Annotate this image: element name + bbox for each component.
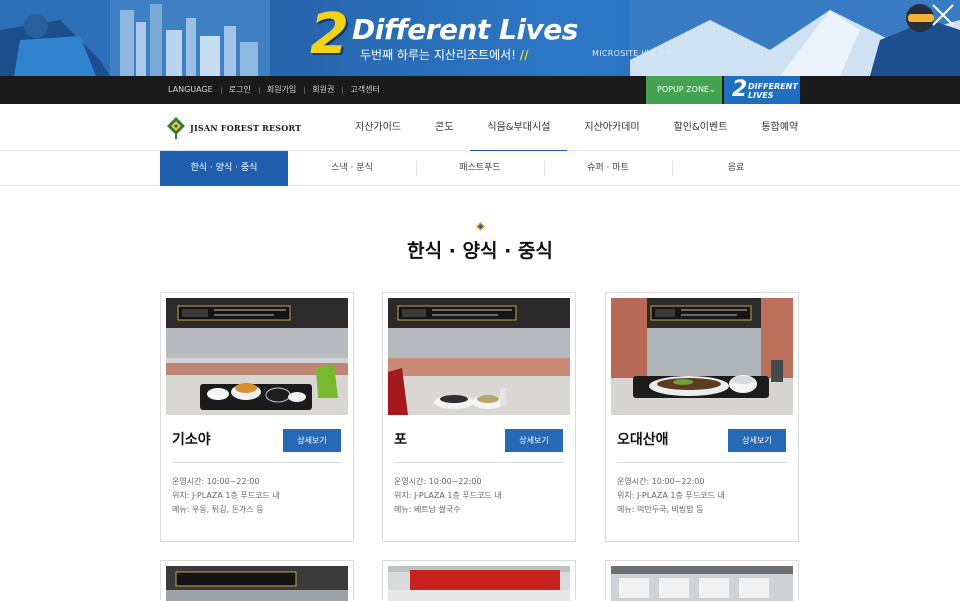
banner-number: 2 — [310, 2, 349, 67]
logo-mark-icon — [167, 117, 185, 139]
section-title: 한식 · 양식 · 중식 — [407, 240, 553, 262]
restaurant-menu: 메뉴: 떡만두국, 비빔밥 등 — [617, 505, 704, 514]
two-lives-text: DIFFERENT LIVES — [748, 82, 798, 100]
gnb-condo[interactable]: 콘도 — [418, 104, 470, 151]
restaurant-card: 기소야 상세보기 운영시간: 10:00~22:00 위치: J-PLAZA 1… — [160, 292, 354, 542]
restaurant-photo — [166, 298, 348, 415]
main-nav: JISAN FOREST RESORT 지산가이드 콘도 식음&부대시설 지산아… — [0, 104, 960, 152]
utility-menu: LANGUAGE 로그인 회원가입 회원권 고객센터 — [168, 76, 388, 104]
two-lives-number: 2 — [732, 77, 748, 102]
global-nav: 지산가이드 콘도 식음&부대시설 지산아카데미 할인&이벤트 통합예약 — [338, 104, 815, 152]
two-lives-button[interactable]: 2 DIFFERENT LIVES — [724, 76, 800, 104]
microsite-link[interactable]: MICROSITE 바로가기 › — [592, 46, 679, 62]
card-divider — [617, 462, 787, 463]
restaurant-name: 포 — [394, 432, 407, 448]
banner-subline: 두번째 하루는 지산리조트에서! // — [360, 48, 529, 62]
restaurant-location: 위치: J-PLAZA 1층 푸드코드 내 — [394, 491, 502, 500]
restaurant-card: 포 상세보기 운영시간: 10:00~22:00 위치: J-PLAZA 1층 … — [382, 292, 576, 542]
top-banner[interactable]: 2 Different Lives 두번째 하루는 지산리조트에서! // MI… — [0, 0, 960, 76]
restaurant-card — [382, 560, 576, 601]
util-language[interactable]: LANGUAGE — [168, 76, 221, 104]
util-signup[interactable]: 회원가입 — [258, 76, 304, 104]
banner-headline: Different Lives — [352, 13, 578, 46]
popup-zone-label: POPUP ZONE — [657, 85, 709, 94]
popup-zone-button[interactable]: POPUP ZONE ⌄ — [646, 76, 722, 104]
gnb-academy[interactable]: 지산아카데미 — [567, 104, 656, 151]
util-membership[interactable]: 회원권 — [304, 76, 342, 104]
gnb-guide[interactable]: 지산가이드 — [338, 104, 418, 151]
util-customer-center[interactable]: 고객센터 — [342, 76, 387, 104]
restaurant-hours: 운영시간: 10:00~22:00 — [172, 477, 260, 486]
tab-super-mart[interactable]: 슈퍼 · 마트 — [544, 151, 672, 186]
skier-left-image — [0, 0, 110, 76]
detail-button[interactable]: 상세보기 — [283, 429, 341, 452]
restaurant-photo — [388, 566, 570, 601]
gnb-reservation[interactable]: 통합예약 — [744, 104, 815, 151]
card-divider — [394, 462, 564, 463]
restaurant-card: 오대산애 상세보기 운영시간: 10:00~22:00 위치: J-PLAZA … — [605, 292, 799, 542]
detail-button[interactable]: 상세보기 — [505, 429, 563, 452]
restaurant-info: 운영시간: 10:00~22:00 위치: J-PLAZA 1층 푸드코드 내 … — [617, 475, 725, 517]
card-divider — [172, 462, 342, 463]
restaurant-photo — [166, 566, 348, 601]
tab-snack[interactable]: 스낵 · 분식 — [288, 151, 416, 186]
restaurant-location: 위치: J-PLAZA 1층 푸드코드 내 — [172, 491, 280, 500]
restaurant-photo — [611, 566, 793, 601]
restaurant-info: 운영시간: 10:00~22:00 위치: J-PLAZA 1층 푸드코드 내 … — [172, 475, 280, 517]
two-lives-line1: DIFFERENT — [748, 82, 798, 91]
restaurant-location: 위치: J-PLAZA 1층 푸드코드 내 — [617, 491, 725, 500]
restaurant-info: 운영시간: 10:00~22:00 위치: J-PLAZA 1층 푸드코드 내 … — [394, 475, 502, 517]
chevron-down-icon: ⌄ — [709, 85, 716, 94]
restaurant-card — [160, 560, 354, 601]
tab-beverage[interactable]: 음료 — [672, 151, 800, 186]
restaurant-photo — [388, 298, 570, 415]
gnb-events[interactable]: 할인&이벤트 — [657, 104, 745, 151]
tab-korean-western-chinese[interactable]: 한식 · 양식 · 중식 — [160, 151, 288, 186]
util-login[interactable]: 로그인 — [220, 76, 259, 104]
gnb-dining[interactable]: 식음&부대시설 — [470, 104, 568, 152]
restaurant-name: 오대산애 — [617, 432, 669, 448]
diamond-icon — [476, 222, 485, 231]
tab-fastfood[interactable]: 패스트푸드 — [416, 151, 544, 186]
two-lives-line2: LIVES — [748, 91, 774, 100]
restaurant-card — [605, 560, 799, 601]
sub-tabs: 한식 · 양식 · 중식 스낵 · 분식 패스트푸드 슈퍼 · 마트 음료 — [0, 151, 960, 186]
restaurant-menu: 메뉴: 베트남 쌀국수 — [394, 505, 461, 514]
utility-bar: LANGUAGE 로그인 회원가입 회원권 고객센터 — [0, 76, 960, 104]
restaurant-name: 기소야 — [172, 432, 211, 448]
restaurant-hours: 운영시간: 10:00~22:00 — [394, 477, 482, 486]
restaurant-menu: 메뉴: 우동, 튀김, 돈가스 등 — [172, 505, 264, 514]
restaurant-photo — [611, 298, 793, 415]
banner-subline-text: 두번째 하루는 지산리조트에서! — [360, 48, 516, 62]
site-logo[interactable]: JISAN FOREST RESORT — [166, 114, 301, 142]
logo-text: JISAN FOREST RESORT — [190, 123, 302, 133]
skier-right-image — [630, 0, 960, 76]
close-icon[interactable] — [930, 2, 956, 28]
restaurant-hours: 운영시간: 10:00~22:00 — [617, 477, 705, 486]
detail-button[interactable]: 상세보기 — [728, 429, 786, 452]
